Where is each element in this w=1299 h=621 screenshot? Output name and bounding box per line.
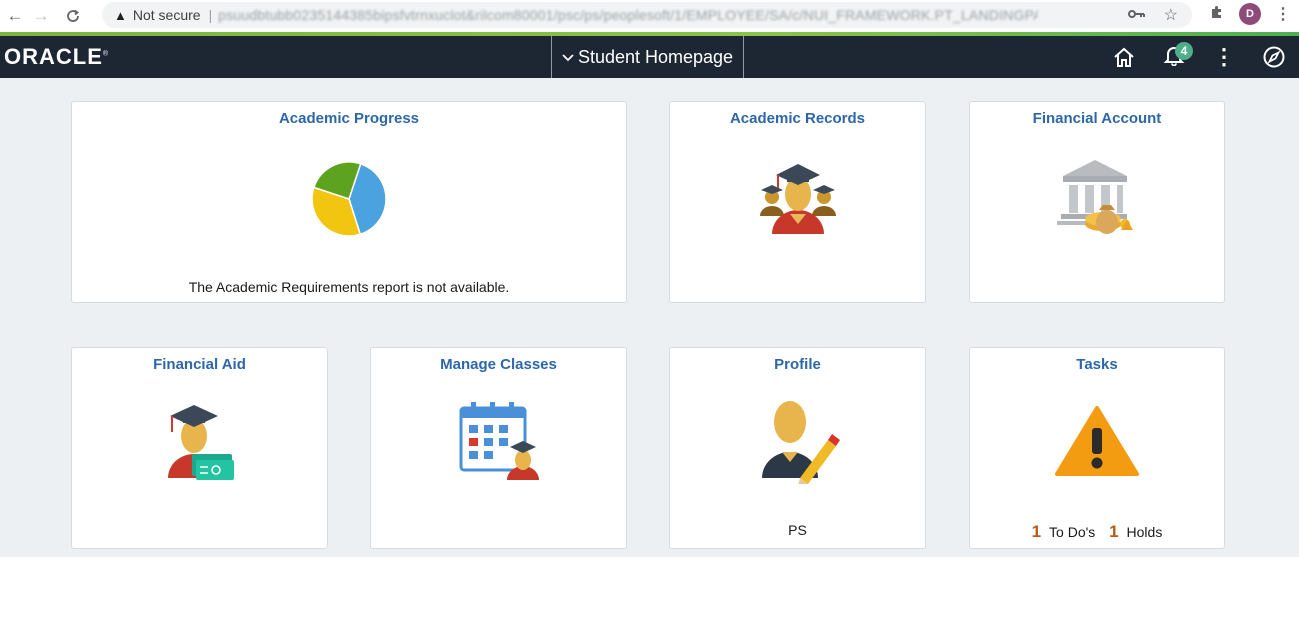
profile-name: PS	[788, 522, 807, 538]
person-pencil-icon	[761, 401, 840, 484]
holds-label: Holds	[1126, 524, 1163, 540]
graduate-money-icon	[167, 405, 234, 480]
tile-financial-aid[interactable]: Financial Aid	[71, 347, 328, 549]
key-icon[interactable]	[1127, 6, 1146, 24]
todo-label: To Do's	[1049, 524, 1096, 540]
chevron-down-icon	[562, 49, 574, 65]
notification-badge: 4	[1175, 42, 1193, 60]
tile-title: Profile	[774, 356, 821, 373]
page-title: Student Homepage	[577, 46, 734, 67]
tile-title: Financial Account	[1032, 110, 1162, 127]
url-separator: |	[208, 7, 213, 23]
reload-icon[interactable]	[62, 5, 84, 27]
graduates-icon	[759, 164, 836, 234]
tile-manage-classes[interactable]: Manage Classes	[370, 347, 627, 549]
todo-count: 1	[1031, 522, 1042, 541]
warning-icon: ▲	[114, 7, 127, 23]
tile-tasks[interactable]: Tasks 1 To Do's 1 Holds	[969, 347, 1225, 549]
tile-title: Academic Records	[729, 110, 866, 127]
app-header: ORACLE® Student Homepage 4 ⋮	[0, 36, 1299, 78]
star-icon[interactable]: ☆	[1164, 5, 1178, 25]
home-icon[interactable]	[1099, 36, 1149, 78]
url-text[interactable]: psuudbtubb0235144385bipsfvtrnxuclot&rilc…	[218, 7, 1038, 23]
profile-avatar[interactable]: D	[1239, 3, 1261, 25]
holds-count: 1	[1109, 522, 1119, 541]
browser-toolbar: ← → ▲ Not secure | psuudbtubb0235144385b…	[0, 0, 1299, 32]
tile-title: Financial Aid	[153, 356, 246, 373]
calendar-student-icon	[459, 402, 539, 480]
tile-profile[interactable]: Profile PS	[669, 347, 926, 549]
back-icon[interactable]: ←	[4, 5, 26, 27]
extensions-puzzle-icon[interactable]	[1209, 4, 1225, 25]
tile-academic-records[interactable]: Academic Records	[669, 101, 926, 303]
tile-title: Tasks	[1076, 356, 1118, 373]
tile-financial-account[interactable]: Financial Account	[969, 101, 1225, 303]
tile-academic-progress[interactable]: Academic Progress The Academic Requireme…	[71, 101, 627, 303]
tile-message: The Academic Requirements report is not …	[188, 279, 510, 295]
notifications-button[interactable]: 4	[1149, 36, 1199, 78]
homepage-selector[interactable]: Student Homepage	[551, 36, 744, 78]
security-label: Not secure	[132, 7, 201, 23]
page-footer-blank	[0, 557, 1299, 621]
tile-title: Academic Progress	[278, 110, 420, 127]
forward-icon[interactable]: →	[30, 5, 52, 27]
security-indicator[interactable]: ▲ Not secure	[114, 7, 201, 23]
bank-money-icon	[1057, 160, 1133, 234]
actions-menu-icon[interactable]: ⋮	[1199, 36, 1249, 78]
warning-icon	[1055, 406, 1139, 476]
task-counts[interactable]: 1 To Do's 1 Holds	[970, 522, 1224, 542]
navbar-compass-icon[interactable]	[1249, 36, 1299, 78]
oracle-logo: ORACLE®	[4, 44, 110, 69]
address-bar[interactable]: ▲ Not secure | psuudbtubb0235144385bipsf…	[102, 2, 1192, 28]
tile-title: Manage Classes	[440, 356, 557, 373]
chrome-menu-icon[interactable]: ⋮	[1275, 4, 1291, 24]
progress-pie-chart	[311, 161, 387, 237]
homepage-tiles-area: Academic Progress The Academic Requireme…	[0, 78, 1299, 557]
